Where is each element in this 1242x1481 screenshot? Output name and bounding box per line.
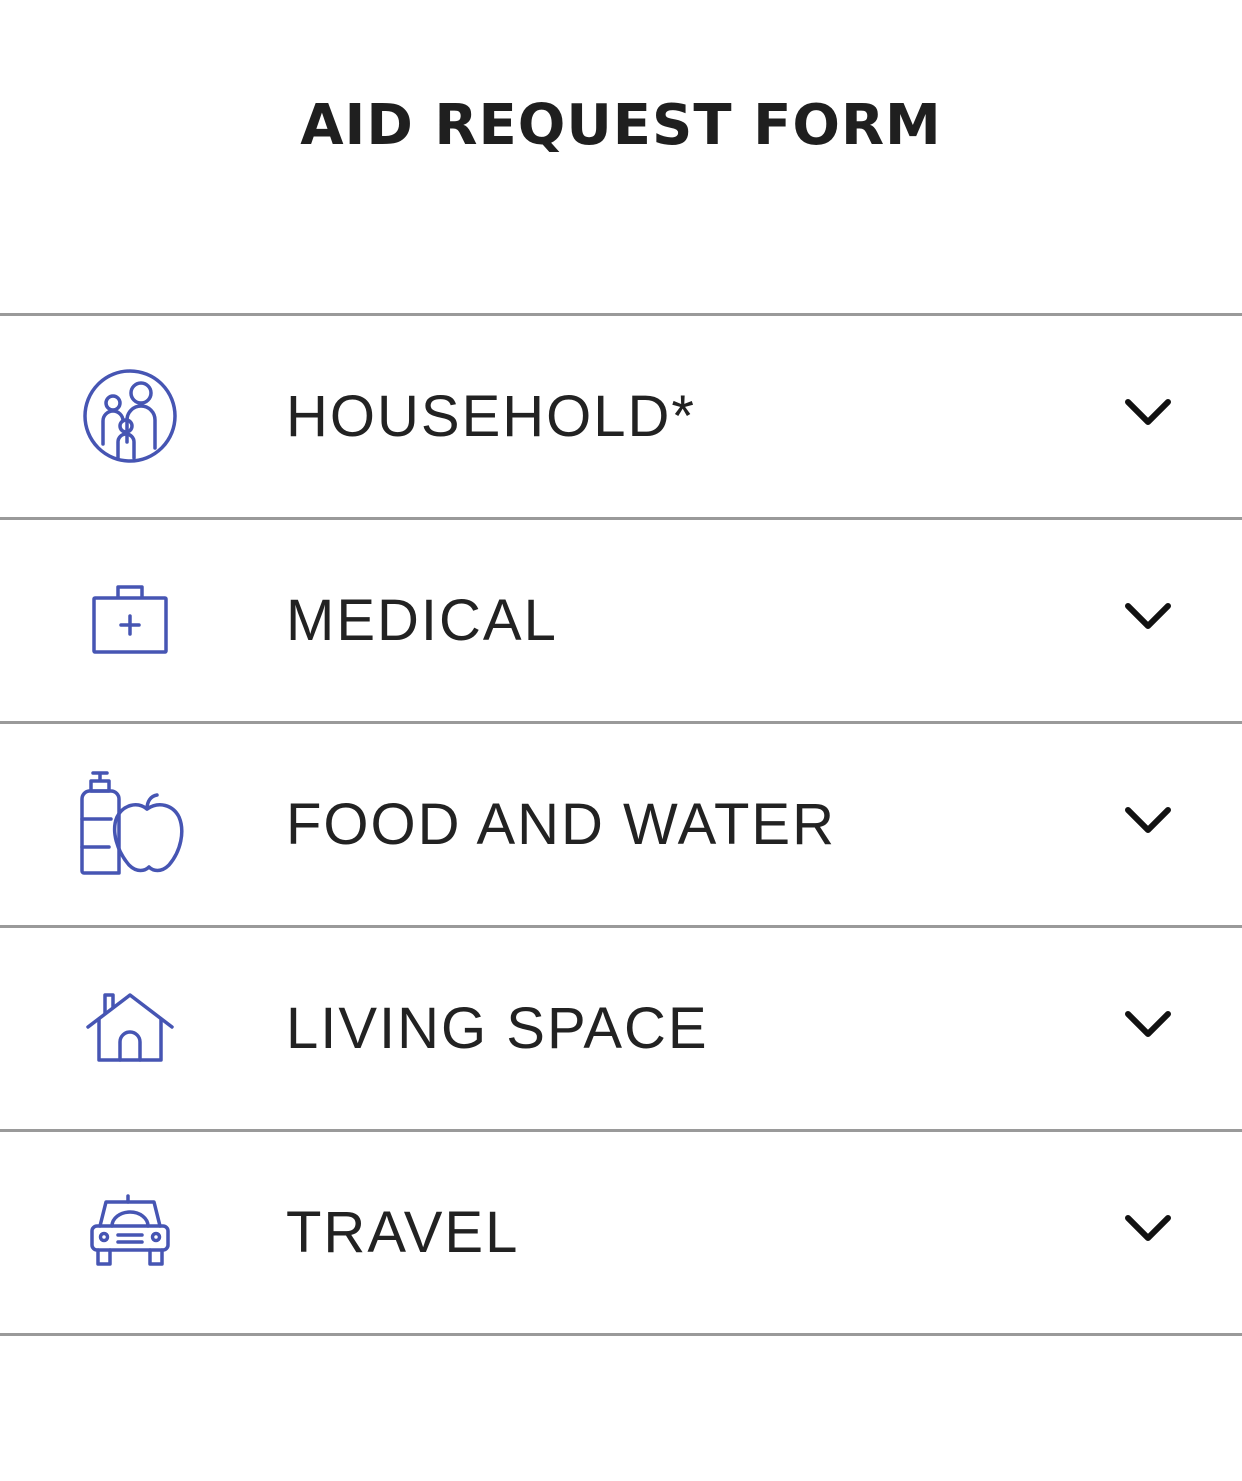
chevron-down-icon[interactable] xyxy=(1124,600,1172,632)
section-label: MEDICAL xyxy=(286,588,558,653)
section-label: TRAVEL xyxy=(286,1200,520,1265)
first-aid-kit-icon xyxy=(70,565,190,675)
section-medical[interactable]: MEDICAL xyxy=(0,520,1242,724)
section-travel[interactable]: TRAVEL xyxy=(0,1132,1242,1336)
chevron-down-icon[interactable] xyxy=(1124,396,1172,428)
family-icon xyxy=(70,361,190,471)
bottle-and-apple-icon xyxy=(70,769,190,879)
page-title: AID REQUEST FORM xyxy=(300,93,942,158)
section-living-space[interactable]: LIVING SPACE xyxy=(0,928,1242,1132)
section-household[interactable]: HOUSEHOLD* xyxy=(0,316,1242,520)
house-icon xyxy=(70,973,190,1083)
section-label: FOOD AND WATER xyxy=(286,792,836,857)
chevron-down-icon[interactable] xyxy=(1124,804,1172,836)
car-icon xyxy=(70,1177,190,1287)
aid-category-accordion: HOUSEHOLD* MEDICAL FOOD AND WATER LIVING… xyxy=(0,313,1242,1336)
section-food-and-water[interactable]: FOOD AND WATER xyxy=(0,724,1242,928)
section-label: HOUSEHOLD* xyxy=(286,384,696,449)
chevron-down-icon[interactable] xyxy=(1124,1212,1172,1244)
chevron-down-icon[interactable] xyxy=(1124,1008,1172,1040)
section-label: LIVING SPACE xyxy=(286,996,709,1061)
